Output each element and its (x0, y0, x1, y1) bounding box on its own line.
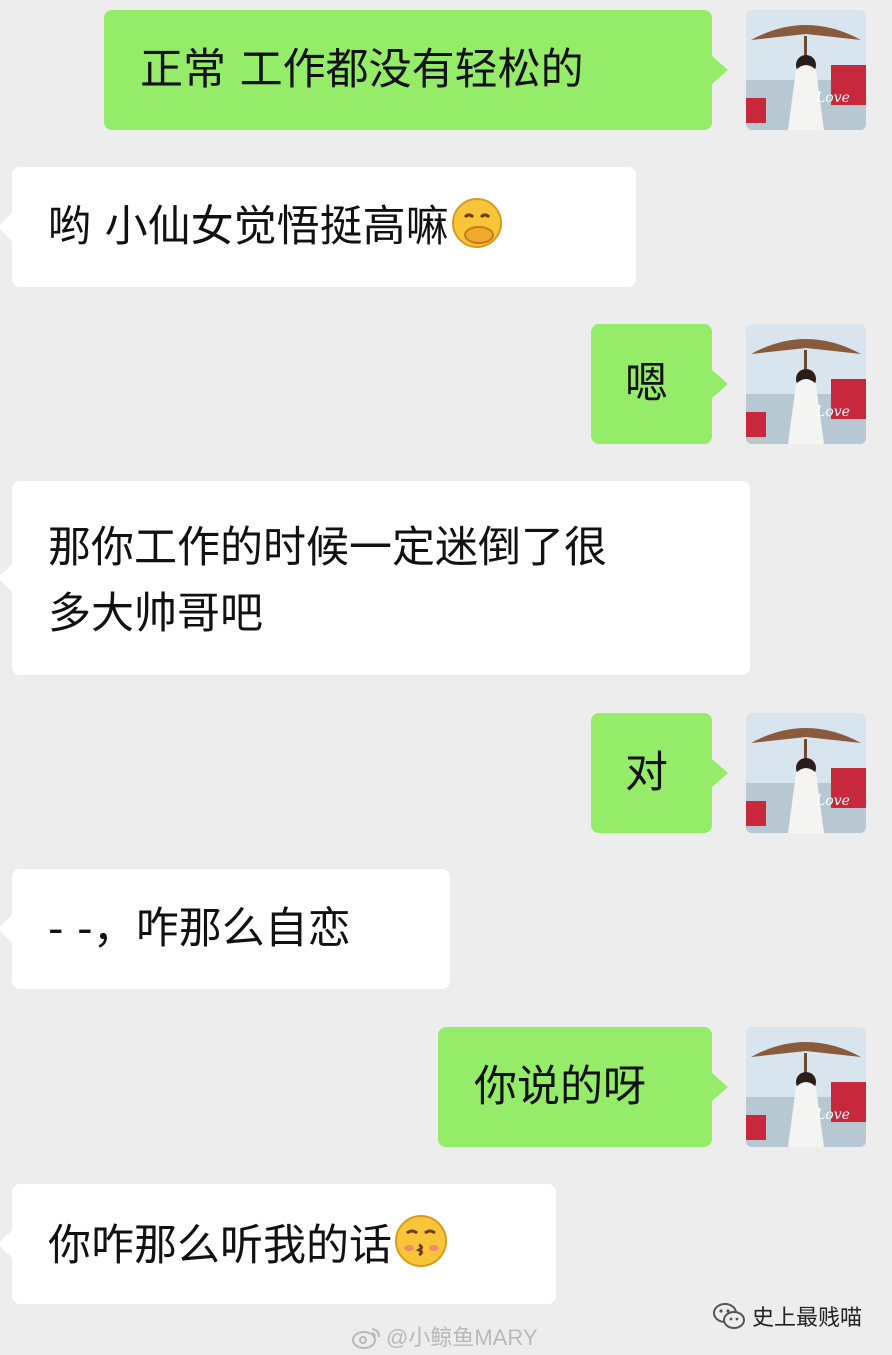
weibo-icon (352, 1325, 382, 1355)
user-avatar-photo-icon: Love (746, 324, 866, 444)
message-text: 正常 工作都没有轻松的 (140, 45, 584, 95)
weibo-handle: @小鲸鱼MARY (386, 1325, 538, 1350)
avatar[interactable]: Love (746, 10, 866, 130)
incoming-message-bubble[interactable]: 那你工作的时候一定迷倒了很 多大帅哥吧 (0, 481, 750, 675)
message-text: 嗯 (625, 359, 668, 409)
weibo-watermark: @小鲸鱼MARY (352, 1320, 538, 1355)
avatar[interactable]: Love (746, 1027, 866, 1147)
hand-over-mouth-emoji-icon (451, 197, 503, 249)
message-text: - -，咋那么自恋 (48, 904, 351, 954)
message-text-line: 那你工作的时候一定迷倒了很 (48, 523, 607, 573)
wechat-watermark: 史上最贱喵 (712, 1300, 862, 1336)
outgoing-message-bubble[interactable]: 你说的呀 (438, 1027, 728, 1147)
incoming-message-bubble[interactable]: 你咋那么听我的话 (0, 1184, 556, 1304)
wechat-icon (712, 1302, 746, 1336)
svg-text:Love: Love (815, 404, 850, 420)
avatar[interactable]: Love (746, 713, 866, 833)
kissing-emoji-icon (394, 1214, 448, 1268)
outgoing-message-bubble[interactable]: 正常 工作都没有轻松的 (104, 10, 728, 130)
outgoing-message-bubble[interactable]: 对 (591, 713, 728, 833)
incoming-message-bubble[interactable]: - -，咋那么自恋 (0, 869, 450, 989)
user-avatar-photo-icon: Love (746, 713, 866, 833)
message-text: 你咋那么听我的话 (48, 1221, 392, 1271)
user-avatar-photo-icon: Love (746, 10, 866, 130)
svg-text:Love: Love (815, 90, 850, 106)
user-avatar-photo-icon: Love (746, 1027, 866, 1147)
wechat-account-name: 史上最贱喵 (752, 1306, 863, 1331)
message-text: 你说的呀 (474, 1062, 646, 1112)
outgoing-message-bubble[interactable]: 嗯 (591, 324, 728, 444)
message-text-line: 多大帅哥吧 (48, 589, 263, 639)
svg-text:Love: Love (815, 793, 850, 809)
incoming-message-bubble[interactable]: 哟 小仙女觉悟挺高嘛 (0, 167, 636, 287)
avatar[interactable]: Love (746, 324, 866, 444)
message-text: 哟 小仙女觉悟挺高嘛 (48, 202, 449, 252)
svg-text:Love: Love (815, 1107, 850, 1123)
message-text: 对 (625, 748, 668, 798)
